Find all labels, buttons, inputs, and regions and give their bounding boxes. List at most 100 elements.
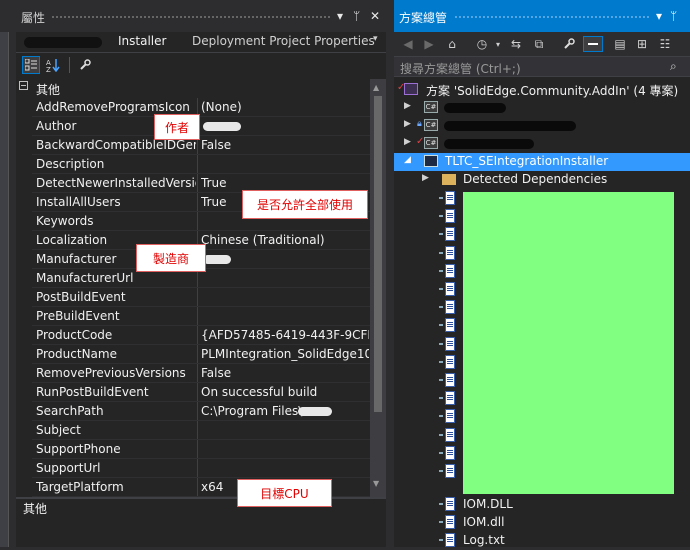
collapse-all-icon[interactable]: ⧉: [531, 36, 547, 52]
expand-arrow-icon[interactable]: ▶: [404, 101, 411, 111]
property-grid-scrollbar[interactable]: ▲ ▼: [370, 79, 386, 497]
categorized-icon[interactable]: [22, 56, 40, 74]
detected-dependencies-node[interactable]: ▶ Detected Dependencies: [394, 171, 690, 189]
setup-project-icon: [424, 155, 438, 167]
link-icon: [439, 521, 443, 523]
preview-icon[interactable]: [583, 36, 603, 52]
property-value[interactable]: C:\Program Files\: [201, 404, 369, 418]
file-icon: [445, 191, 455, 205]
pin-button[interactable]: ᛘ: [353, 9, 360, 23]
property-value[interactable]: (None): [201, 100, 369, 114]
history-icon[interactable]: ◷: [474, 36, 490, 52]
project-node[interactable]: ▶ 🔒︎ C#: [394, 117, 690, 135]
window-menu-button[interactable]: ▾: [656, 9, 662, 23]
category-label: 其他: [36, 83, 61, 97]
panel-divider[interactable]: [386, 0, 394, 547]
property-value[interactable]: True: [201, 176, 369, 190]
alphabetical-icon[interactable]: AZ: [44, 56, 62, 74]
expand-arrow-icon[interactable]: ▶: [404, 119, 411, 129]
property-row[interactable]: Subject: [16, 421, 370, 440]
link-icon: [439, 306, 443, 309]
property-row[interactable]: SupportPhone: [16, 440, 370, 459]
scroll-up-icon[interactable]: ▲: [373, 83, 379, 92]
property-name: PostBuildEvent: [36, 290, 126, 304]
solution-tree: ✓ 方案 'SolidEdge.Community.AddIn' (4 專案) …: [394, 78, 690, 547]
property-row[interactable]: Description: [16, 155, 370, 174]
column-splitter: [197, 193, 198, 212]
link-icon: [439, 451, 443, 454]
property-value[interactable]: PLMIntegration_SolidEdge10_: [201, 347, 369, 361]
annotation-target-platform: 目標CPU: [237, 479, 332, 507]
expand-arrow-icon[interactable]: ▶: [404, 137, 411, 147]
file-icon: [445, 515, 455, 529]
property-name: AddRemoveProgramsIcon: [36, 100, 190, 114]
column-splitter: [197, 478, 198, 497]
annotation-install-all-users: 是否允許全部使用: [242, 190, 368, 219]
search-icon[interactable]: ⌕: [670, 59, 677, 74]
show-all-files-icon[interactable]: ▤: [612, 36, 628, 52]
properties-titlebar[interactable]: 屬性 ▾ ᛘ ✕: [16, 0, 386, 32]
properties-title: 屬性: [21, 11, 46, 25]
forward-icon[interactable]: ▶: [421, 36, 437, 52]
expanded-arrow-icon[interactable]: ◢: [404, 155, 411, 165]
home-icon[interactable]: ⌂: [444, 36, 460, 52]
project-node[interactable]: ▶ C#: [394, 99, 690, 117]
property-value[interactable]: {AFD57485-6419-443F-9CFE-8: [201, 328, 369, 342]
close-button[interactable]: ✕: [370, 9, 380, 23]
scrollbar-track[interactable]: [0, 32, 8, 547]
selected-project-label: TLTC_SEIntegrationInstaller: [445, 154, 609, 168]
file-node[interactable]: Log.txt: [394, 532, 690, 550]
collapse-icon[interactable]: [19, 81, 28, 90]
solution-search-box[interactable]: 搜尋方案總管 (Ctrl+;) ⌕: [394, 56, 690, 77]
chevron-down-icon[interactable]: ▾: [373, 34, 378, 44]
selected-project-node[interactable]: ◢ TLTC_SEIntegrationInstaller: [394, 153, 690, 171]
wrench-icon[interactable]: [561, 36, 577, 52]
wrench-icon[interactable]: [76, 56, 94, 74]
description-title: 其他: [23, 502, 48, 516]
file-icon: [445, 245, 455, 260]
property-value[interactable]: Chinese (Traditional): [201, 233, 369, 247]
link-icon: [439, 342, 443, 345]
csharp-project-icon: C#: [424, 119, 438, 131]
scroll-down-icon[interactable]: ▼: [373, 479, 379, 488]
file-node[interactable]: IOM.DLL: [394, 496, 690, 514]
property-row[interactable]: ProductName PLMIntegration_SolidEdge10_: [16, 345, 370, 364]
class-view-icon[interactable]: ⊞: [634, 36, 650, 52]
redacted-text: [444, 103, 506, 113]
category-row[interactable]: 其他: [16, 79, 370, 98]
sync-icon[interactable]: ⇆: [508, 36, 524, 52]
file-node[interactable]: IOM.dll: [394, 514, 690, 532]
expand-arrow-icon[interactable]: ▶: [422, 173, 429, 183]
link-icon: [439, 503, 443, 505]
file-label: IOM.DLL: [463, 497, 513, 511]
property-row[interactable]: PreBuildEvent: [16, 307, 370, 326]
pin-button[interactable]: ᛘ: [670, 9, 677, 23]
solution-node[interactable]: ✓ 方案 'SolidEdge.Community.AddIn' (4 專案): [394, 81, 690, 99]
search-placeholder: 搜尋方案總管 (Ctrl+;): [400, 62, 521, 76]
chevron-down-icon[interactable]: ▾: [490, 36, 506, 52]
file-icon: [445, 445, 455, 460]
property-value[interactable]: False: [201, 138, 369, 152]
property-value[interactable]: On successful build: [201, 385, 369, 399]
property-row[interactable]: SupportUrl: [16, 459, 370, 478]
property-row[interactable]: RunPostBuildEvent On successful build: [16, 383, 370, 402]
window-menu-button[interactable]: ▾: [337, 9, 343, 23]
property-value[interactable]: False: [201, 366, 369, 380]
annotation-author: 作者: [154, 114, 200, 140]
project-node[interactable]: ▶ ✓ C#: [394, 135, 690, 153]
link-icon: [439, 415, 443, 418]
back-icon[interactable]: ◀: [400, 36, 416, 52]
file-icon: [445, 282, 455, 296]
solution-explorer-titlebar[interactable]: 方案總管 ▾ ᛘ: [394, 0, 690, 32]
property-row[interactable]: RemovePreviousVersions False: [16, 364, 370, 383]
divider: [8, 32, 9, 547]
property-row[interactable]: ProductCode {AFD57485-6419-443F-9CFE-8: [16, 326, 370, 345]
property-name: RemovePreviousVersions: [36, 366, 186, 380]
property-row[interactable]: PostBuildEvent: [16, 288, 370, 307]
scrollbar-thumb[interactable]: [374, 96, 382, 412]
properties-icon[interactable]: ☷: [657, 36, 673, 52]
object-selector[interactable]: Installer Deployment Project Properties …: [16, 32, 386, 53]
link-icon: [439, 269, 443, 272]
properties-toolbar: AZ: [16, 53, 386, 77]
file-icon: [445, 300, 455, 315]
